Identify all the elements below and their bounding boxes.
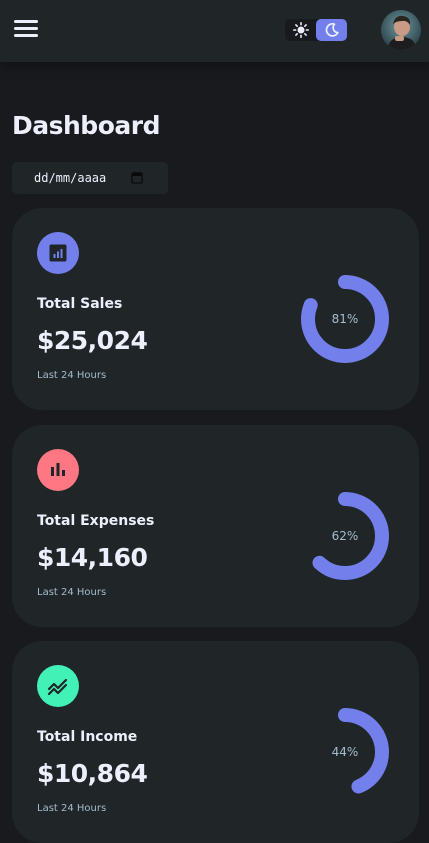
date-input[interactable]: dd/mm/aaaa [12, 162, 168, 194]
income-caption: Last 24 Hours [37, 803, 107, 814]
date-input-placeholder: dd/mm/aaaa [34, 171, 107, 185]
sales-caption: Last 24 Hours [37, 370, 107, 381]
trending-up-icon [37, 665, 79, 707]
expenses-caption: Last 24 Hours [37, 587, 107, 598]
sales-amount: $25,024 [37, 326, 148, 355]
income-card: Total Income $10,864 Last 24 Hours 44% [12, 641, 419, 843]
sales-percent: 81% [331, 312, 359, 326]
expenses-amount: $14,160 [37, 543, 148, 572]
user-avatar[interactable] [381, 10, 421, 50]
sun-icon[interactable] [285, 19, 316, 41]
expenses-progress-ring: 62% [299, 490, 391, 582]
calendar-icon[interactable] [131, 171, 143, 184]
analytics-icon [37, 232, 79, 274]
bar-chart-icon [37, 449, 79, 491]
theme-toggle[interactable] [285, 19, 347, 41]
page-title: Dashboard [12, 111, 160, 140]
moon-icon[interactable] [316, 19, 347, 41]
sales-progress-ring: 81% [299, 273, 391, 365]
top-bar [0, 0, 429, 62]
income-label: Total Income [37, 729, 138, 745]
hamburger-menu-icon[interactable] [14, 20, 38, 38]
income-progress-ring: 44% [299, 706, 391, 798]
income-percent: 44% [331, 745, 359, 759]
expenses-card: Total Expenses $14,160 Last 24 Hours 62% [12, 425, 419, 627]
income-amount: $10,864 [37, 759, 148, 788]
sales-card: Total Sales $25,024 Last 24 Hours 81% [12, 208, 419, 410]
sales-label: Total Sales [37, 296, 123, 312]
expenses-label: Total Expenses [37, 513, 155, 529]
expenses-percent: 62% [331, 529, 359, 543]
